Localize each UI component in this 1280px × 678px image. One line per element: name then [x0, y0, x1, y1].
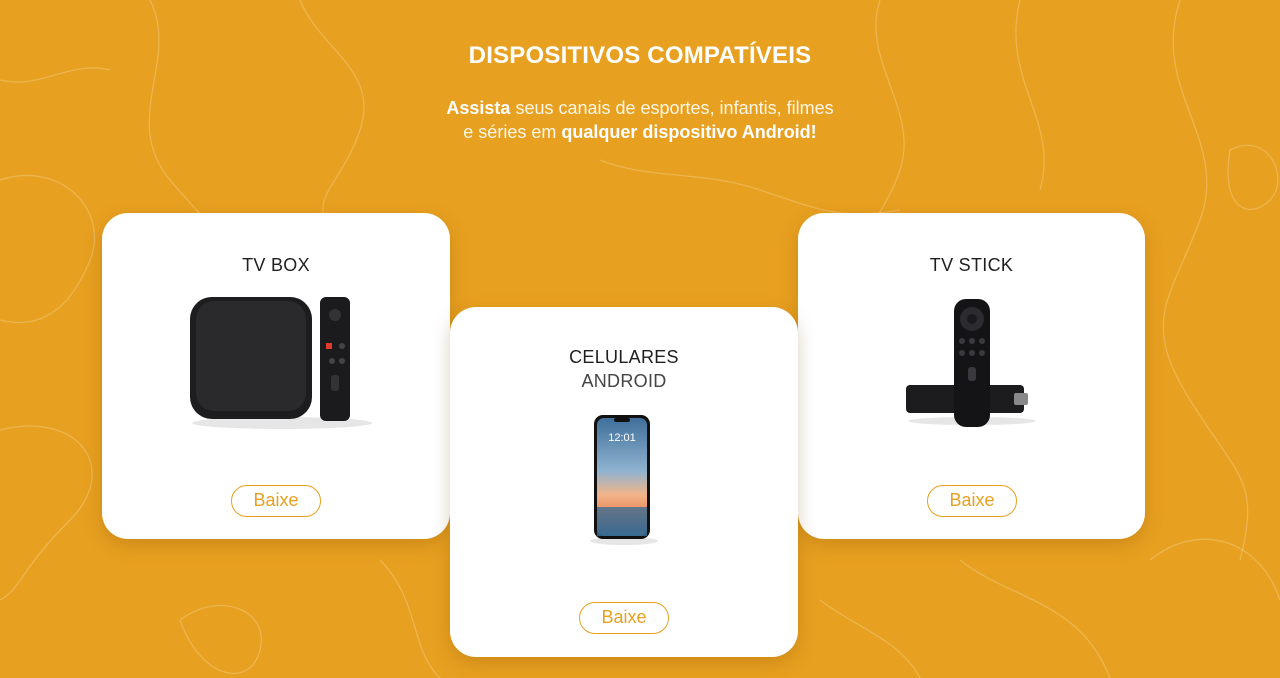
- download-button[interactable]: Baixe: [579, 602, 669, 634]
- phone-clock: 12:01: [608, 432, 636, 444]
- card-subtitle: ANDROID: [581, 371, 667, 391]
- smartphone-icon: 12:01: [590, 415, 658, 545]
- card-title: TV STICK: [929, 255, 1014, 275]
- subtitle-bold-android: qualquer dispositivo Android!: [561, 122, 817, 142]
- section-title: DISPOSITIVOS COMPATÍVEIS: [468, 42, 812, 69]
- download-button[interactable]: Baixe: [231, 485, 321, 517]
- subtitle-bold-assista: Assista: [446, 98, 511, 118]
- card-title: TV BOX: [242, 255, 310, 275]
- tv-stick-icon: [906, 299, 1036, 427]
- download-button[interactable]: Baixe: [927, 485, 1017, 517]
- subtitle-line-1: Assista seus canais de esportes, infanti…: [0, 96, 1280, 120]
- card-android-phone: CELULARES ANDROID 12:01 Baixe: [450, 307, 798, 657]
- section-subtitle: Assista seus canais de esportes, infanti…: [0, 96, 1280, 144]
- tv-box-icon: [190, 297, 372, 429]
- card-tv-box: TV BOX Baixe: [102, 213, 450, 539]
- subtitle-line-2-text: e séries em: [463, 122, 562, 142]
- subtitle-line-2: e séries em qualquer dispositivo Android…: [0, 120, 1280, 144]
- card-tv-stick: TV STICK Baixe: [798, 213, 1145, 539]
- card-title: CELULARES: [569, 347, 679, 367]
- subtitle-line-1-text: seus canais de esportes, infantis, filme…: [510, 98, 834, 118]
